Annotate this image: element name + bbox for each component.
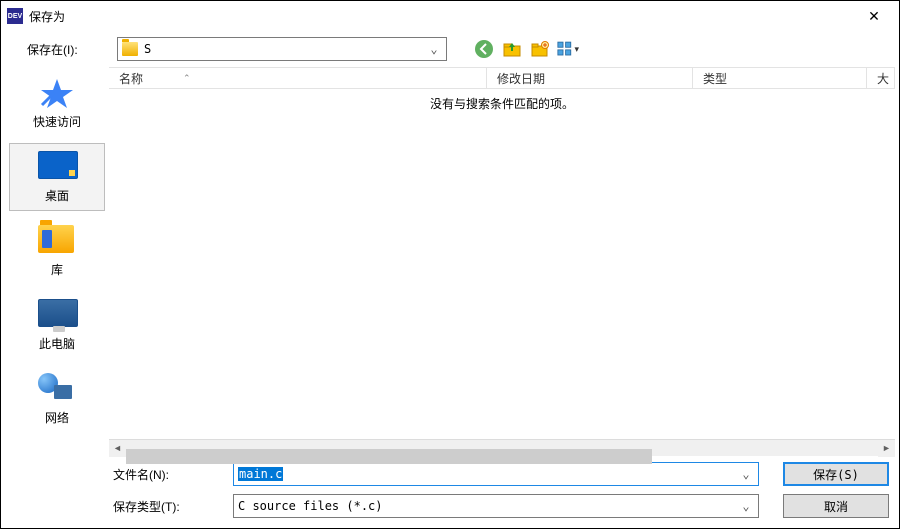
nav-toolbar: ▾ [473,38,579,60]
network-icon [38,373,76,405]
window-title: 保存为 [29,8,65,25]
column-header-date[interactable]: 修改日期 [487,68,693,88]
chevron-down-icon: ⌄ [738,499,754,513]
places-desktop[interactable]: 桌面 [9,143,105,211]
chevron-down-icon: ▾ [574,44,579,55]
column-header-size[interactable]: 大 [867,68,895,88]
lookin-label: 保存在(I): [27,41,109,58]
titlebar: DEV 保存为 ✕ [1,1,899,31]
column-header-type[interactable]: 类型 [693,68,867,88]
places-label: 桌面 [45,187,69,204]
filename-value: main.c [238,467,283,481]
places-label: 库 [51,261,63,278]
file-list-area: 名称 ⌃ 修改日期 类型 大 没有与搜索条件匹配的项。 ◄ [109,67,895,456]
chevron-down-icon: ⌄ [738,467,754,481]
filetype-value: C source files (*.c) [238,499,738,513]
file-list[interactable]: 没有与搜索条件匹配的项。 [109,89,895,439]
empty-list-message: 没有与搜索条件匹配的项。 [109,89,895,112]
desktop-icon [38,151,76,183]
lookin-combobox[interactable]: S ⌄ [117,37,447,61]
app-icon: DEV [7,8,23,24]
button-label: 取消 [824,498,848,515]
column-header-name[interactable]: 名称 ⌃ [109,68,487,88]
column-label: 修改日期 [497,70,545,87]
save-button[interactable]: 保存(S) [783,462,889,486]
close-icon: ✕ [868,8,880,25]
sort-asc-icon: ⌃ [183,73,191,84]
save-as-dialog: DEV 保存为 ✕ 保存在(I): S ⌄ [0,0,900,529]
places-label: 此电脑 [39,335,75,352]
places-network[interactable]: 网络 [9,365,105,433]
scroll-thumb[interactable] [126,449,652,464]
places-label: 快速访问 [33,113,81,130]
bottom-panel: 文件名(N): main.c ⌄ 保存(S) 保存类型(T): C source… [1,456,899,528]
filename-input[interactable]: main.c ⌄ [233,462,759,486]
button-label: 保存(S) [813,466,859,483]
new-folder-button[interactable] [529,38,551,60]
places-label: 网络 [45,409,69,426]
column-label: 类型 [703,70,727,87]
this-pc-icon [38,299,76,331]
places-quick-access[interactable]: 快速访问 [9,69,105,137]
horizontal-scrollbar[interactable]: ◄ ► [109,439,895,456]
column-headers: 名称 ⌃ 修改日期 类型 大 [109,67,895,89]
places-bar: 快速访问 桌面 库 此电脑 网络 [5,67,109,456]
filename-label: 文件名(N): [113,466,223,483]
up-one-level-icon [502,39,522,59]
filetype-select[interactable]: C source files (*.c) ⌄ [233,494,759,518]
new-folder-icon [530,39,550,59]
back-button[interactable] [473,38,495,60]
quick-access-icon [38,77,76,109]
views-icon [557,40,572,58]
chevron-down-icon: ⌄ [426,42,442,56]
scroll-left-button[interactable]: ◄ [109,440,126,457]
back-icon [474,39,494,59]
up-one-level-button[interactable] [501,38,523,60]
folder-icon [122,42,138,56]
views-button[interactable]: ▾ [557,38,579,60]
column-label: 大 [877,70,889,87]
close-button[interactable]: ✕ [853,2,895,30]
libraries-icon [38,225,76,257]
places-libraries[interactable]: 库 [9,217,105,285]
column-label: 名称 [119,70,143,87]
lookin-row: 保存在(I): S ⌄ [1,31,899,67]
cancel-button[interactable]: 取消 [783,494,889,518]
lookin-value: S [144,42,426,56]
scroll-right-button[interactable]: ► [878,440,895,457]
places-this-pc[interactable]: 此电脑 [9,291,105,359]
filetype-label: 保存类型(T): [113,498,223,515]
